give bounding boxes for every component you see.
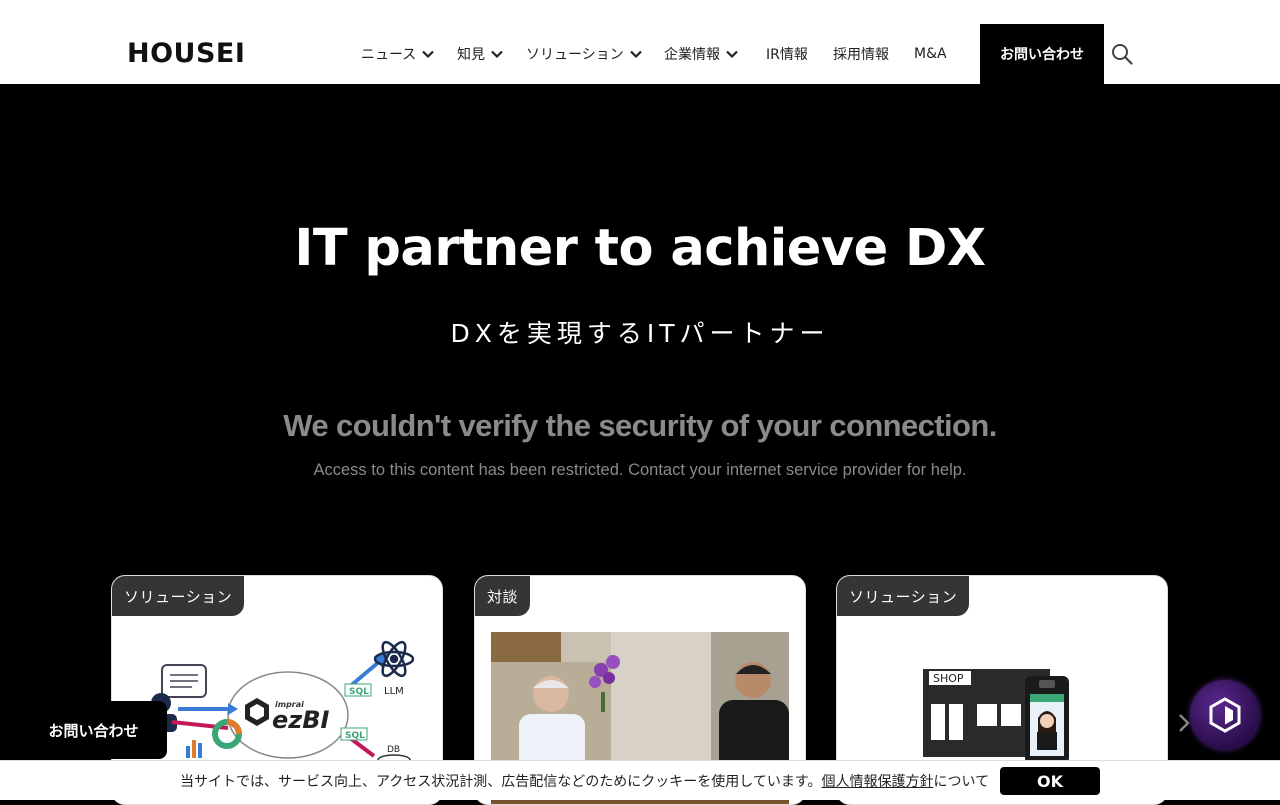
nav-label: M&A	[914, 46, 947, 62]
card-category-tag: ソリューション	[112, 576, 245, 616]
nav-item-ma[interactable]: M&A	[914, 44, 947, 64]
card-category-tag: 対談	[475, 576, 531, 616]
cube-icon	[1209, 697, 1241, 733]
chevron-down-icon	[629, 50, 642, 59]
hero-subtitle: DXを実現するITパートナー	[450, 319, 830, 348]
nav-label: 採用情報	[833, 47, 889, 63]
ezbi-brand: ezBI	[272, 706, 330, 734]
cookie-text: 当サイトでは、サービス向上、アクセス状況計測、広告配信などのためにクッキーを使用…	[180, 771, 989, 791]
connection-error-message: Access to this content has been restrict…	[313, 461, 967, 479]
cookie-message: 当サイトでは、サービス向上、アクセス状況計測、広告配信などのためにクッキーを使用…	[180, 774, 822, 790]
shop-sign-label: SHOP	[933, 672, 964, 685]
floating-contact-button[interactable]: お問い合わせ	[20, 701, 167, 759]
chat-widget-button[interactable]	[1190, 680, 1260, 750]
chevron-down-icon	[422, 50, 435, 59]
nav-item-company[interactable]: 企業情報	[664, 44, 739, 64]
nav-item-ir[interactable]: IR情報	[766, 44, 808, 64]
privacy-policy-link[interactable]: 個人情報保護方針	[821, 774, 933, 790]
db-label: DB	[387, 745, 400, 755]
sql-label: SQL	[349, 687, 369, 697]
nav-label: IR情報	[766, 47, 808, 63]
hero-title: IT partner to achieve DX	[294, 219, 986, 278]
nav-item-solution[interactable]: ソリューション	[526, 44, 643, 64]
nav-item-knowledge[interactable]: 知見	[457, 44, 504, 64]
nav-label: 企業情報	[664, 47, 720, 63]
llm-label: LLM	[384, 686, 404, 697]
chevron-down-icon	[726, 50, 738, 59]
nav-label: ニュース	[361, 47, 417, 63]
cookie-consent-bar: 当サイトでは、サービス向上、アクセス状況計測、広告配信などのためにクッキーを使用…	[0, 760, 1280, 800]
site-header: HOUSEI ニュース 知見 ソリューション 企業情報 IR情報 採用情報 M&…	[0, 0, 1280, 84]
connection-error-title: We couldn't verify the security of your …	[283, 408, 997, 443]
sql-label: SQL	[345, 731, 365, 741]
nav-label: 知見	[457, 47, 485, 63]
chevron-down-icon	[491, 50, 503, 59]
nav-item-recruit[interactable]: 採用情報	[833, 44, 889, 64]
card-category-tag: ソリューション	[837, 576, 970, 616]
cookie-message-suffix: について	[933, 774, 990, 790]
site-logo[interactable]: HOUSEI	[127, 38, 245, 70]
cookie-ok-button[interactable]: OK	[1000, 767, 1100, 795]
nav-label: ソリューション	[526, 47, 624, 63]
nav-item-news[interactable]: ニュース	[361, 44, 435, 64]
contact-button[interactable]: お問い合わせ	[980, 24, 1104, 84]
search-icon[interactable]	[1111, 43, 1133, 65]
